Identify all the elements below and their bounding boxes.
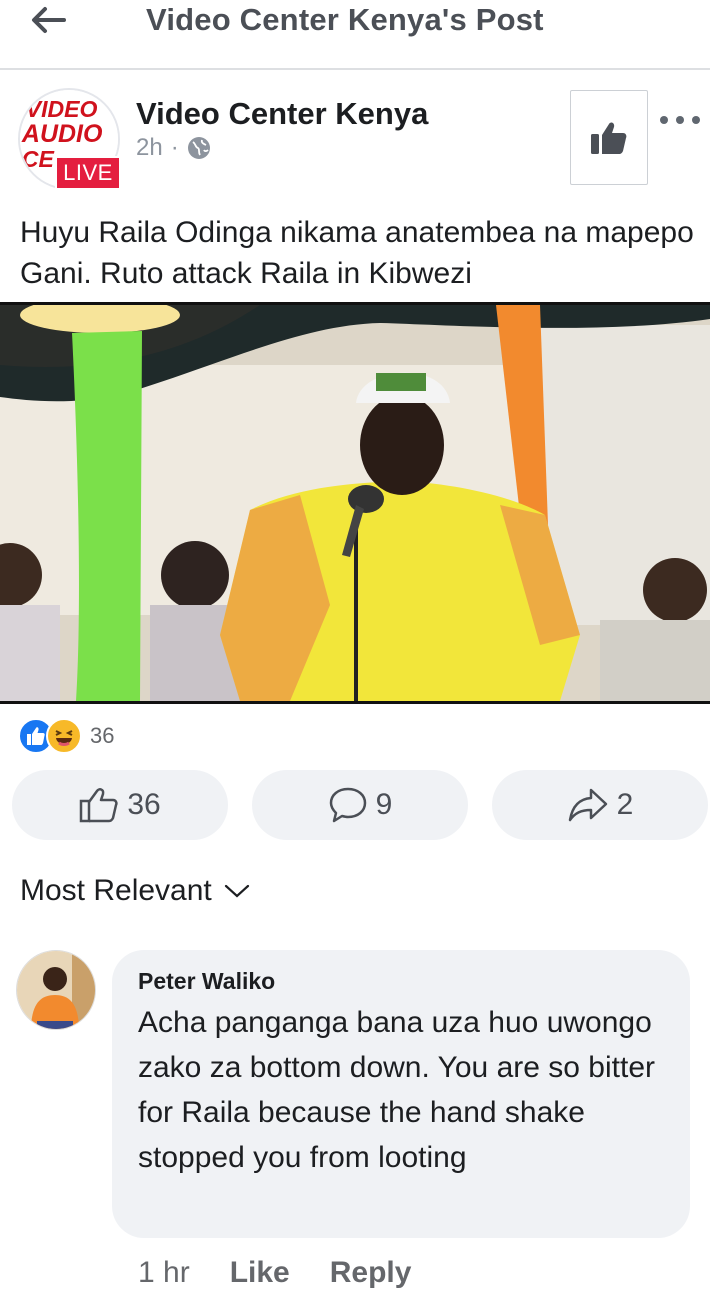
globe-icon xyxy=(187,137,210,159)
comment-count: 9 xyxy=(375,788,393,821)
post-meta: 2h · xyxy=(136,134,211,162)
share-arrow-icon xyxy=(568,788,607,822)
like-button[interactable]: 36 xyxy=(12,770,228,840)
comment-time: 1 hr xyxy=(138,1256,190,1289)
page-name[interactable]: Video Center Kenya xyxy=(136,96,428,132)
comment-like-link[interactable]: Like xyxy=(230,1256,290,1290)
top-bar: Video Center Kenya's Post xyxy=(0,0,710,70)
like-page-button[interactable] xyxy=(570,90,648,185)
comment-sort-dropdown[interactable]: Most Relevant xyxy=(20,874,250,908)
logo-text-audio: AUDIO xyxy=(21,120,102,148)
logo-text-video: VIDEO xyxy=(26,96,98,122)
comment-author[interactable]: Peter Waliko xyxy=(138,968,275,995)
haha-reaction-icon xyxy=(46,718,82,754)
page-title: Video Center Kenya's Post xyxy=(146,2,544,37)
thumbs-up-outline-icon xyxy=(80,788,118,823)
meta-separator: · xyxy=(170,134,179,161)
comment-reply-link[interactable]: Reply xyxy=(330,1256,412,1290)
video-frame xyxy=(0,305,710,701)
logo-text-ce: CE xyxy=(22,146,55,172)
sort-label: Most Relevant xyxy=(20,874,212,907)
comment-button[interactable]: 9 xyxy=(252,770,468,840)
commenter-avatar[interactable] xyxy=(16,950,96,1030)
share-count: 2 xyxy=(616,788,634,821)
post-time: 2h xyxy=(136,134,163,161)
comment-text: Acha panganga bana uza huo uwongo zako z… xyxy=(138,1006,655,1174)
reaction-count: 36 xyxy=(90,723,115,748)
more-options-icon[interactable] xyxy=(660,110,700,130)
back-arrow-icon[interactable] xyxy=(26,0,70,40)
comment-bubble-icon xyxy=(329,787,366,823)
reaction-summary[interactable]: 36 xyxy=(18,718,114,754)
like-count: 36 xyxy=(127,788,161,821)
post-text: Huyu Raila Odinga nikama anatembea na ma… xyxy=(20,216,694,290)
commenter-photo xyxy=(17,951,95,1029)
video-player[interactable] xyxy=(0,302,710,704)
thumbs-up-icon xyxy=(591,122,627,154)
chevron-down-icon xyxy=(224,884,249,898)
live-badge: LIVE xyxy=(55,156,121,190)
comment-actions: 1 hr Like Reply xyxy=(138,1256,411,1290)
share-button[interactable]: 2 xyxy=(492,770,708,840)
